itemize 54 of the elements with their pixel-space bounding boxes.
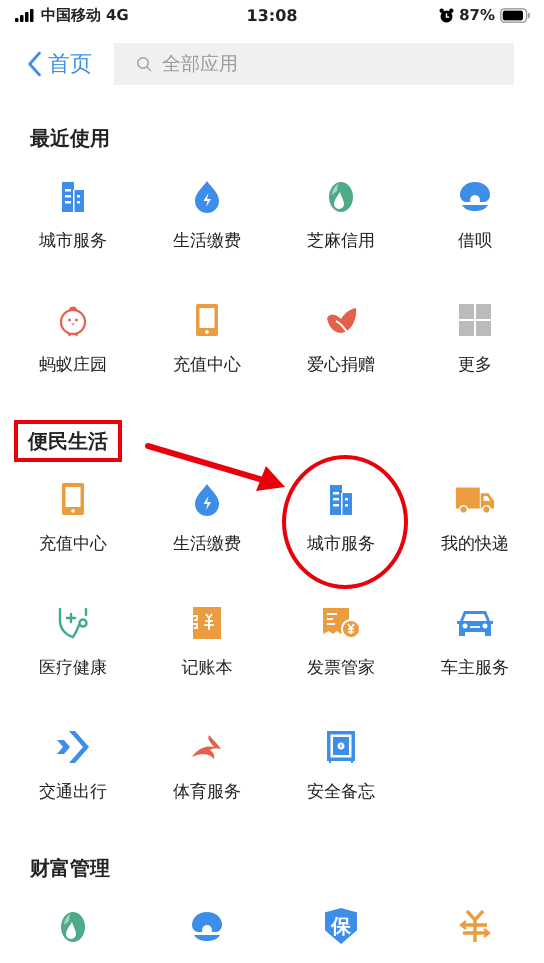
app-label: 体育服务 xyxy=(173,781,241,803)
battery-percent: 87% xyxy=(459,6,495,24)
app-tile[interactable]: 城市服务 xyxy=(6,178,140,302)
app-label: 城市服务 xyxy=(39,230,107,252)
search-field[interactable]: 全部应用 xyxy=(114,43,514,85)
app-tile[interactable]: 我的快递 xyxy=(408,481,542,605)
section-title: 最近使用 xyxy=(30,125,110,152)
app-label: 借呗 xyxy=(458,230,492,252)
alarm-icon xyxy=(439,8,454,22)
shield-icon: 保 xyxy=(325,908,357,944)
app-label: 爱心捐赠 xyxy=(307,354,375,376)
app-tile[interactable]: 芝麻信用 xyxy=(274,178,408,302)
clock-time: 13:08 xyxy=(246,6,298,24)
app-label: 更多 xyxy=(458,354,492,376)
app-label: 生活缴费 xyxy=(173,533,241,555)
app-tile[interactable]: 发票管家 xyxy=(274,605,408,729)
app-label: 生活缴费 xyxy=(173,230,241,252)
network-type: 4G xyxy=(106,6,129,24)
app-label: 安全备忘 xyxy=(307,781,375,803)
yuan-arrows-icon xyxy=(457,908,493,944)
app-tile[interactable]: 交通出行 xyxy=(6,729,140,853)
app-label: 车主服务 xyxy=(441,657,509,679)
app-tile[interactable]: 医疗健康 xyxy=(6,605,140,729)
app-tile[interactable]: 更多 xyxy=(408,302,542,426)
section-title: 便民生活 xyxy=(14,420,122,462)
signal-icon xyxy=(14,8,36,22)
app-label: 城市服务 xyxy=(307,533,375,555)
back-chevron-icon xyxy=(26,51,42,77)
grid-icon xyxy=(457,302,493,338)
section-title: 财富管理 xyxy=(30,855,110,882)
app-tile[interactable]: 爱心捐赠 xyxy=(274,302,408,426)
app-label: 充值中心 xyxy=(173,354,241,376)
app-tile[interactable]: 充值中心 xyxy=(140,302,274,426)
app-label: 我的快递 xyxy=(441,533,509,555)
app-label: 记账本 xyxy=(182,657,232,679)
app-label: 充值中心 xyxy=(39,533,107,555)
battery-icon xyxy=(500,8,530,22)
app-tile[interactable]: 城市服务 xyxy=(274,481,408,605)
app-tile[interactable]: 充值中心 xyxy=(6,481,140,605)
double-chevron-icon xyxy=(55,729,91,765)
app-tile[interactable]: 安全备忘 xyxy=(274,729,408,853)
app-tile[interactable]: 车主服务 xyxy=(408,605,542,729)
app-label: 芝麻信用 xyxy=(307,230,375,252)
app-label: 蚂蚁庄园 xyxy=(39,354,107,376)
app-tile[interactable]: 生活缴费 xyxy=(140,178,274,302)
app-tile[interactable]: 体育服务 xyxy=(140,729,274,853)
app-tile[interactable]: 记账本 xyxy=(140,605,274,729)
app-label: 医疗健康 xyxy=(39,657,107,679)
app-tile[interactable]: 生活缴费 xyxy=(140,481,274,605)
app-tile[interactable]: 借呗 xyxy=(408,178,542,302)
app-label: 交通出行 xyxy=(39,781,107,803)
search-icon xyxy=(136,56,152,72)
app-label: 发票管家 xyxy=(307,657,375,679)
carrier-name: 中国移动 xyxy=(41,6,101,24)
